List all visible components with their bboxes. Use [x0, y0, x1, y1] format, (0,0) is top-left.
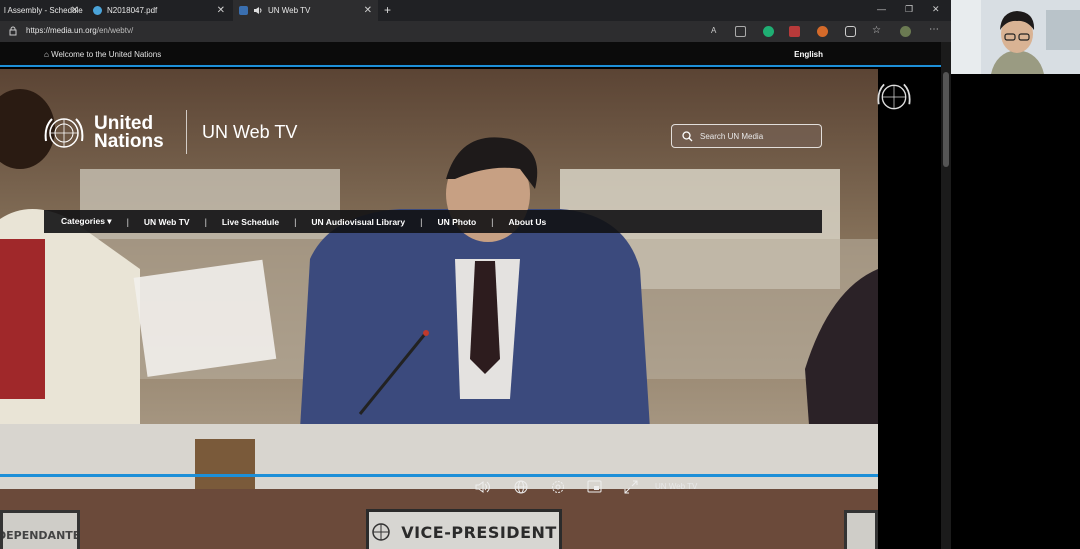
search-box[interactable]: Search UN Media — [671, 124, 822, 148]
un-logo[interactable]: United Nations — [42, 113, 184, 153]
restore-icon[interactable]: ❐ — [905, 4, 913, 15]
un-favicon-icon — [239, 6, 248, 15]
profile-icon[interactable] — [900, 26, 911, 37]
tab-pdf[interactable]: N2018047.pdf ✕ — [86, 0, 231, 21]
gear-icon[interactable] — [551, 480, 565, 494]
address-bar: https://media.un.org/en/webtv/ A ☆ ⋯ — [0, 21, 951, 42]
nav-un-photo[interactable]: UN Photo — [437, 217, 476, 227]
progress-fill — [0, 474, 878, 477]
picture-in-picture-icon[interactable] — [587, 480, 602, 493]
extension-orange-icon[interactable] — [817, 26, 828, 37]
tab-assembly-schedule[interactable]: l Assembly - Schedule ✕ — [0, 0, 85, 21]
empty-panel — [951, 74, 1080, 549]
favorites-icon[interactable]: ☆ — [872, 25, 883, 36]
extensions-icon[interactable] — [845, 26, 856, 37]
nav-categories[interactable]: Categories ▾ — [61, 216, 112, 227]
nav-live-schedule[interactable]: Live Schedule — [222, 217, 279, 227]
tab-bar: l Assembly - Schedule ✕ N2018047.pdf ✕ U… — [0, 0, 951, 21]
scrollbar[interactable] — [941, 42, 951, 549]
player-brand-label: UN Web TV — [655, 482, 698, 491]
new-tab-button[interactable]: + — [384, 3, 391, 17]
webcam-preview — [951, 0, 1080, 74]
close-icon[interactable]: ✕ — [217, 5, 225, 16]
tab-label: N2018047.pdf — [107, 6, 158, 15]
globe-icon — [93, 6, 102, 15]
progress-bar[interactable] — [0, 474, 878, 477]
tab-label: UN Web TV — [268, 6, 311, 15]
nameplate-left: DEPENDANTE — [0, 510, 80, 549]
un-emblem-icon — [877, 83, 911, 110]
read-aloud-icon[interactable]: A — [711, 26, 722, 37]
volume-icon[interactable] — [475, 480, 491, 494]
minimize-icon[interactable]: — — [877, 4, 886, 14]
nav-separator: | — [420, 216, 423, 227]
fullscreen-icon[interactable] — [624, 480, 638, 494]
un-emblem-icon — [372, 523, 390, 541]
nav-audiovisual-library[interactable]: UN Audiovisual Library — [311, 217, 405, 227]
nameplate-right — [844, 510, 878, 549]
speaker-icon[interactable] — [253, 6, 263, 15]
search-icon[interactable] — [682, 131, 693, 142]
webcam-person-image — [951, 0, 1080, 74]
welcome-text: Welcome to the United Nations — [51, 50, 162, 59]
main-nav: Categories ▾ | UN Web TV | Live Schedule… — [44, 210, 822, 233]
lock-icon — [9, 26, 17, 36]
grammarly-icon[interactable] — [763, 26, 774, 37]
un-wordmark-line2: Nations — [94, 131, 164, 152]
page-title[interactable]: UN Web TV — [202, 122, 297, 143]
header-divider — [186, 110, 187, 154]
globe-icon[interactable] — [514, 480, 528, 494]
nav-un-web-tv[interactable]: UN Web TV — [144, 217, 190, 227]
extension-icon[interactable] — [789, 26, 800, 37]
url-path: /en/webtv/ — [96, 26, 134, 35]
nameplate: VICE-PRESIDENT — [366, 509, 562, 549]
nav-about-us[interactable]: About Us — [509, 217, 547, 227]
url-field[interactable]: https://media.un.org/en/webtv/ — [26, 26, 133, 35]
more-icon[interactable]: ⋯ — [929, 24, 940, 35]
browser-window: l Assembly - Schedule ✕ N2018047.pdf ✕ U… — [0, 0, 951, 549]
page-side-panel — [877, 69, 941, 549]
tracking-icon[interactable] — [735, 26, 746, 37]
scrollbar-thumb[interactable] — [943, 72, 949, 167]
close-window-icon[interactable]: ✕ — [932, 4, 940, 15]
nav-separator: | — [491, 216, 494, 227]
nav-separator: | — [294, 216, 297, 227]
player-controls: UN Web TV — [0, 474, 878, 507]
nameplate-left-text: DEPENDANTE — [0, 529, 80, 542]
nameplate-text: VICE-PRESIDENT — [401, 522, 557, 542]
language-selector[interactable]: English — [794, 50, 823, 59]
nav-separator: | — [126, 216, 129, 227]
search-input[interactable]: Search UN Media — [700, 132, 763, 141]
close-icon[interactable]: ✕ — [71, 5, 79, 16]
close-icon[interactable]: ✕ — [364, 5, 372, 16]
web-page: ⌂ Welcome to the United Nations English — [0, 42, 941, 549]
url-host: https://media.un.org — [26, 26, 97, 35]
welcome-bar: ⌂ Welcome to the United Nations English — [0, 42, 941, 67]
un-wordmark: United Nations — [94, 114, 184, 152]
welcome-link[interactable]: ⌂ Welcome to the United Nations — [44, 50, 161, 59]
un-emblem-icon — [44, 118, 84, 148]
tab-un-web-tv[interactable]: UN Web TV ✕ — [233, 0, 378, 21]
nav-separator: | — [204, 216, 207, 227]
